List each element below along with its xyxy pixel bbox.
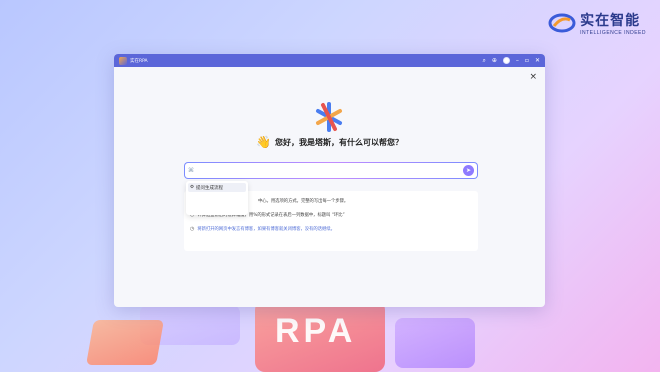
window-close-button[interactable]: ✕ [535,57,540,64]
panel-close-button[interactable]: × [529,72,537,82]
bg-decoration [395,318,475,368]
prompt-type-icon[interactable]: ⌘ [188,167,194,174]
minimize-button[interactable]: – [516,57,519,64]
dropdown-item[interactable] [188,192,246,201]
suggestion-text: 中心。用选项的方式。完整的写出每一个步骤。 [258,199,349,204]
clock-icon: ◷ [190,226,195,232]
send-button[interactable]: ➤ [463,165,474,176]
dropdown-item[interactable]: ⚙ 提问生成流程 [188,183,246,192]
waving-hand-icon: 👋 [256,135,271,149]
brand-mark-icon [548,13,576,33]
greeting: 👋 您好，我是塔斯，有什么可以帮您？ [114,135,545,149]
avatar[interactable] [502,57,510,64]
assistant-logo-icon [316,102,342,132]
suggestion-item[interactable]: ◷ 将新打开的网页中发言有博客，如果有博客就关闭博客，没有的话继续。 [190,226,335,232]
suggestion-text: 将新打开的网页中发言有博客，如果有博客就关闭博客，没有的话继续。 [197,227,335,232]
prompt-type-dropdown: ⚙ 提问生成流程 [186,181,248,215]
app-window: 实在RPA ⌕ ⊕ – ▫ ✕ × 👋 您好，我是塔斯，有什么可以帮您？ ⌘ ➤… [114,54,545,307]
maximize-button[interactable]: ▫ [525,57,529,64]
search-icon[interactable]: ⌕ [482,57,485,64]
prompt-input-bar: ⌘ ➤ [184,162,478,179]
bg-rpa-text: RPA [275,312,357,350]
brand-logo: 实在智能 INTELLIGENCE INDEED [548,10,646,36]
flow-icon: ⚙ [190,185,195,190]
bg-folder-illustration [86,320,164,365]
app-icon [119,56,127,65]
greeting-text: 您好，我是塔斯，有什么可以帮您？ [274,137,403,147]
add-circle-icon[interactable]: ⊕ [492,57,497,64]
prompt-input[interactable] [197,167,463,174]
title-bar-controls: ⌕ ⊕ – ▫ ✕ [482,57,540,64]
title-bar: 实在RPA ⌕ ⊕ – ▫ ✕ [114,54,545,67]
brand-name: 实在智能 [580,13,641,29]
dropdown-item[interactable] [188,201,246,210]
window-title: 实在RPA [130,58,148,64]
brand-tagline: INTELLIGENCE INDEED [580,30,646,36]
dropdown-item-label: 提问生成流程 [196,185,224,191]
